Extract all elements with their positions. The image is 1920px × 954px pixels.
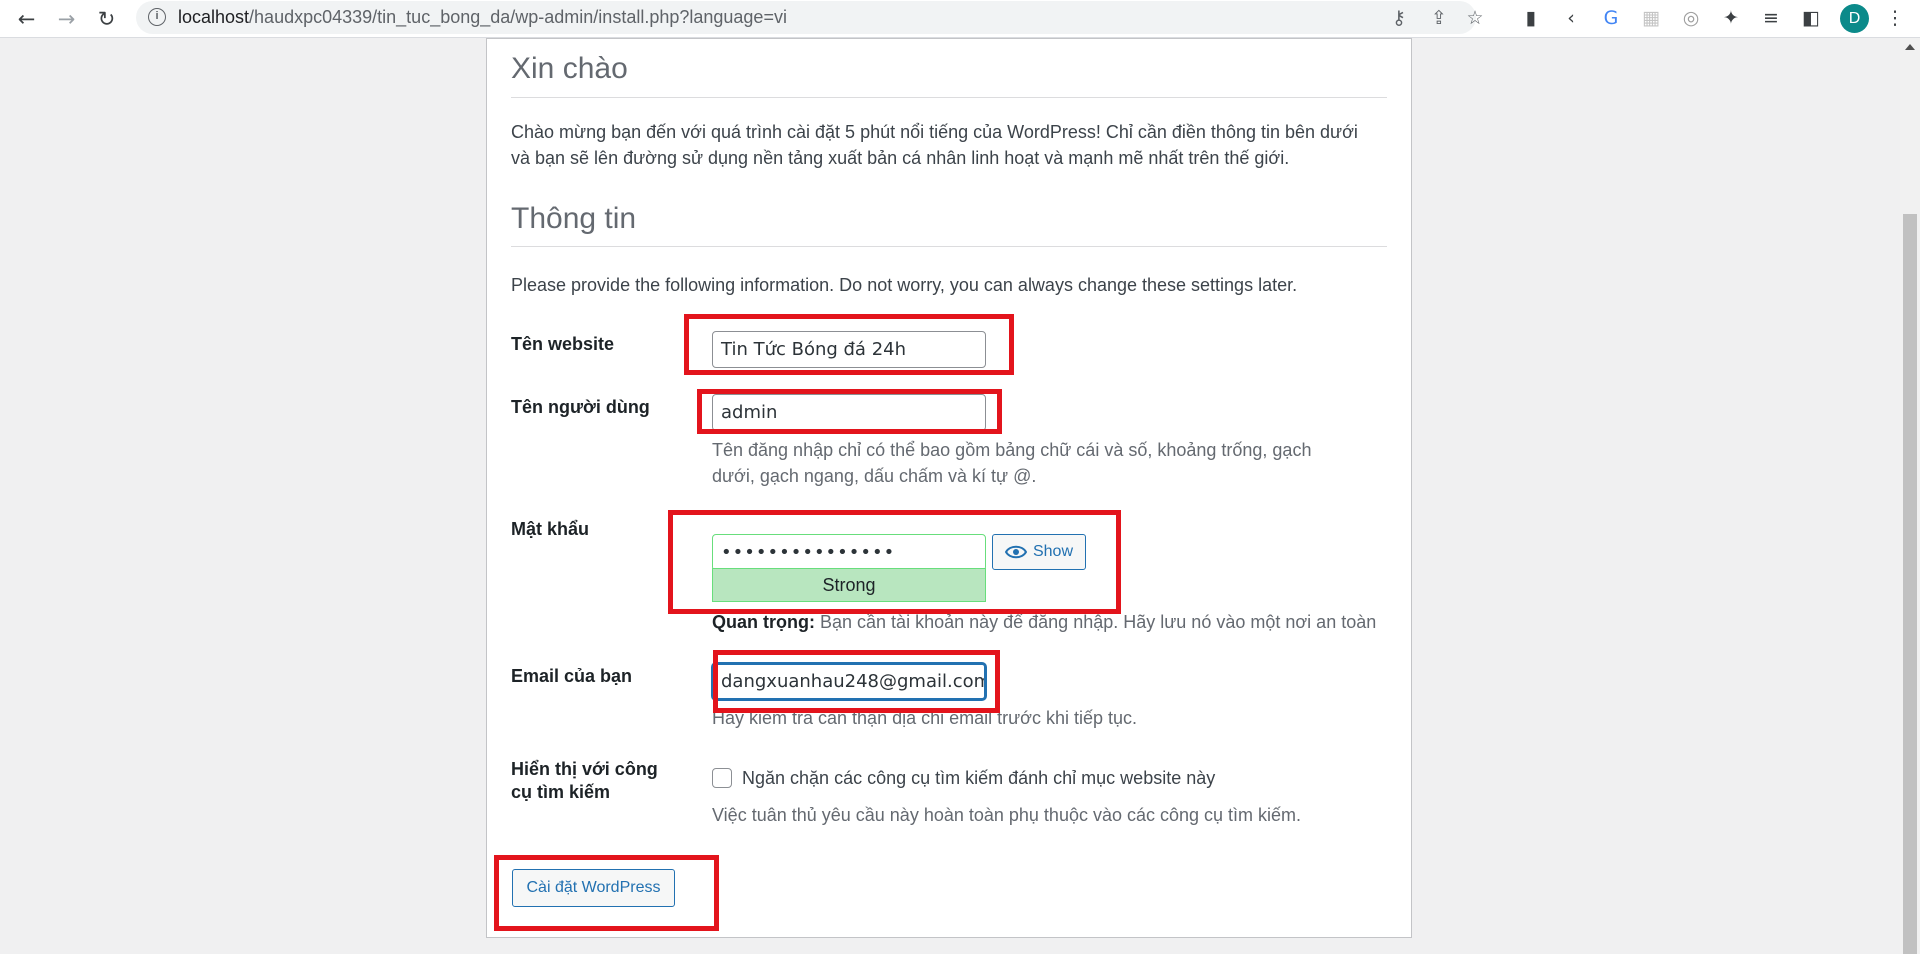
share-icon[interactable]: ⇪ — [1426, 5, 1452, 31]
menu-dots-icon[interactable]: ⋮ — [1882, 5, 1908, 31]
search-checkbox-label[interactable]: Ngăn chặn các công cụ tìm kiếm đánh chỉ … — [742, 765, 1215, 791]
site-title-input[interactable]: Tin Tức Bóng đá 24h — [712, 331, 986, 368]
password-label: Mật khẩu — [511, 519, 590, 539]
install-wordpress-button[interactable]: Cài đặt WordPress — [512, 869, 675, 907]
site-info-icon[interactable]: i — [148, 8, 166, 26]
email-label: Email của bạn — [511, 666, 633, 686]
side-panel-icon[interactable]: ◧ — [1798, 5, 1824, 31]
search-hint: Việc tuân thủ yêu cầu này hoàn toàn phụ … — [712, 805, 1302, 825]
search-visibility-label: Hiển thị với công cụ tìm kiếm — [511, 759, 658, 802]
info-heading: Thông tin — [511, 202, 637, 235]
reload-icon[interactable]: ↻ — [92, 4, 121, 33]
browser-toolbar: ← → ↻ i localhost/haudxpc04339/tin_tuc_b… — [0, 0, 1920, 38]
extension-circle-icon[interactable]: ◎ — [1678, 5, 1704, 31]
extension-phone-icon[interactable]: ▮ — [1518, 5, 1544, 31]
forward-icon[interactable]: → — [52, 4, 81, 33]
email-hint: Hãy kiểm tra cẩn thận địa chỉ email trướ… — [712, 708, 1138, 728]
welcome-text: Chào mừng bạn đến với quá trình cài đặt … — [511, 122, 1358, 168]
key-icon[interactable]: ⚷ — [1386, 5, 1412, 31]
scrollbar-thumb[interactable] — [1903, 214, 1917, 954]
star-icon[interactable]: ☆ — [1462, 5, 1488, 31]
search-engine-checkbox[interactable] — [712, 768, 732, 788]
extension-grey-icon[interactable]: ▦ — [1638, 5, 1664, 31]
translate-icon[interactable]: G — [1598, 5, 1624, 31]
scroll-up-icon[interactable] — [1905, 44, 1915, 50]
welcome-heading: Xin chào — [511, 52, 628, 85]
email-input[interactable]: dangxuanhau248@gmail.com — [712, 663, 986, 700]
password-important-note: Quan trọng: Bạn cần tài khoản này để đăn… — [712, 609, 1376, 635]
username-label: Tên người dùng — [511, 397, 650, 417]
username-hint: Tên đăng nhập chỉ có thể bao gồm bảng ch… — [712, 440, 1312, 486]
puzzle-icon[interactable]: ✦ — [1718, 5, 1744, 31]
page-scrollbar[interactable] — [1900, 38, 1920, 954]
media-queue-icon[interactable]: ≡ — [1758, 5, 1784, 31]
important-label: Quan trọng: — [712, 612, 815, 632]
address-bar[interactable]: i localhost/haudxpc04339/tin_tuc_bong_da… — [136, 1, 1484, 34]
info-text: Please provide the following information… — [511, 275, 1298, 295]
site-title-label: Tên website — [511, 334, 615, 354]
show-button-label: Show — [1032, 543, 1074, 560]
divider — [511, 97, 1387, 98]
extension-arrow-icon[interactable]: ‹ — [1558, 5, 1584, 31]
divider — [511, 246, 1387, 247]
username-input[interactable]: admin — [712, 394, 986, 431]
profile-avatar[interactable]: D — [1840, 4, 1869, 33]
eye-icon — [1004, 545, 1027, 559]
back-icon[interactable]: ← — [12, 4, 41, 33]
password-strength-meter: Strong — [712, 568, 986, 602]
show-password-button[interactable]: Show — [992, 534, 1086, 570]
url-text[interactable]: localhost/haudxpc04339/tin_tuc_bong_da/w… — [178, 7, 787, 28]
important-text: Bạn cần tài khoản này để đăng nhập. Hãy … — [820, 612, 1377, 632]
password-input[interactable]: ••••••••••••••• — [712, 534, 986, 571]
